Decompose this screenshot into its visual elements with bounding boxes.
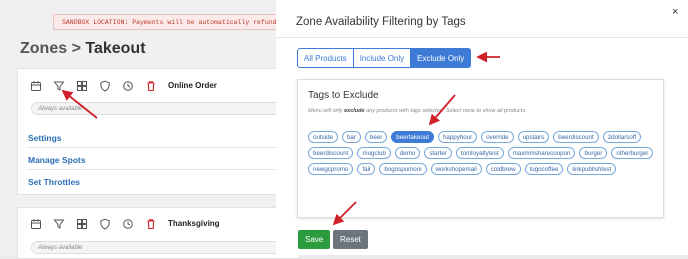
shield-icon[interactable] bbox=[99, 80, 111, 92]
tag-chip[interactable]: outside bbox=[308, 131, 338, 143]
zone-card-thanksgiving: Thanksgiving Always available bbox=[17, 207, 301, 259]
trash-icon[interactable] bbox=[145, 218, 157, 230]
zone-toolbar bbox=[30, 218, 157, 230]
tag-chip[interactable]: tomloyaltytest bbox=[455, 147, 504, 159]
zone-toolbar bbox=[30, 80, 157, 92]
filter-mode-include-only[interactable]: Include Only bbox=[353, 48, 412, 68]
grid-icon[interactable] bbox=[76, 218, 88, 230]
tag-chip[interactable]: workshopemail bbox=[430, 163, 482, 175]
filter-mode-toggle: All Products Include Only Exclude Only bbox=[297, 48, 472, 68]
tag-chip[interactable]: happyhour bbox=[437, 131, 478, 143]
divider bbox=[26, 147, 286, 148]
availability-badge: Always available bbox=[31, 241, 301, 254]
filter-icon[interactable] bbox=[53, 80, 65, 92]
tag-chip[interactable]: togocoffee bbox=[524, 163, 564, 175]
tag-chip[interactable]: newgcpromo bbox=[308, 163, 354, 175]
divider bbox=[26, 169, 286, 170]
tag-chip[interactable]: linkpublishtest bbox=[567, 163, 617, 175]
calendar-icon[interactable] bbox=[30, 80, 42, 92]
tag-chip[interactable]: 2dollarsoff bbox=[602, 131, 642, 143]
tag-chip[interactable]: coldbrew bbox=[485, 163, 521, 175]
tags-description: Menu will only exclude any products with… bbox=[308, 108, 527, 114]
tag-chip[interactable]: bar bbox=[341, 131, 361, 143]
divider bbox=[276, 37, 688, 38]
modal-title: Zone Availability Filtering by Tags bbox=[296, 16, 466, 28]
zone-title: Online Order bbox=[168, 81, 217, 90]
tag-chip[interactable]: otherburger bbox=[611, 147, 654, 159]
filter-mode-all-products[interactable]: All Products bbox=[297, 48, 354, 68]
tag-chip[interactable]: demo bbox=[394, 147, 421, 159]
sandbox-notice: SANDBOX LOCATION: Payments will be autom… bbox=[53, 14, 293, 30]
close-icon[interactable]: × bbox=[672, 6, 678, 18]
set-throttles-link[interactable]: Set Throttles bbox=[28, 177, 80, 187]
tag-chip[interactable]: beertakeout bbox=[391, 131, 434, 143]
tag-chip[interactable]: override bbox=[481, 131, 514, 143]
filter-icon[interactable] bbox=[53, 218, 65, 230]
zone-card-online-order: Online Order Always available Settings M… bbox=[17, 68, 301, 195]
grid-icon[interactable] bbox=[76, 80, 88, 92]
reset-button[interactable]: Reset bbox=[333, 230, 368, 249]
tag-chip[interactable]: bogospumoni bbox=[379, 163, 427, 175]
shield-icon[interactable] bbox=[99, 218, 111, 230]
tag-filter-modal: Zone Availability Filtering by Tags × Al… bbox=[276, 0, 688, 255]
tag-chip[interactable]: upstairs bbox=[517, 131, 550, 143]
breadcrumb: Zones > Takeout bbox=[20, 40, 146, 58]
settings-link[interactable]: Settings bbox=[28, 133, 62, 143]
tag-chip[interactable]: mugclub bbox=[357, 147, 391, 159]
manage-spots-link[interactable]: Manage Spots bbox=[28, 155, 86, 165]
tag-chip[interactable]: beerdiscount bbox=[553, 131, 599, 143]
tag-chip[interactable]: maxmmsharecoopon bbox=[507, 147, 576, 159]
tag-chip[interactable]: beer bbox=[364, 131, 388, 143]
tag-chip[interactable]: fail bbox=[357, 163, 376, 175]
tag-chip[interactable]: burger bbox=[579, 147, 608, 159]
tag-chip[interactable]: starter bbox=[424, 147, 452, 159]
tag-list: outside bar beer beertakeout happyhour overri… bbox=[308, 131, 658, 175]
availability-badge: Always available bbox=[31, 102, 301, 115]
history-icon[interactable] bbox=[122, 80, 134, 92]
breadcrumb-separator: > bbox=[71, 40, 81, 57]
filter-mode-exclude-only[interactable]: Exclude Only bbox=[411, 48, 472, 68]
calendar-icon[interactable] bbox=[30, 218, 42, 230]
save-button[interactable]: Save bbox=[298, 230, 331, 249]
tags-section-title: Tags to Exclude bbox=[308, 90, 379, 101]
breadcrumb-parent[interactable]: Zones bbox=[20, 40, 67, 57]
trash-icon[interactable] bbox=[145, 80, 157, 92]
tags-panel: Tags to Exclude Menu will only exclude a… bbox=[297, 79, 664, 218]
tag-chip[interactable]: beerdiscount bbox=[308, 147, 354, 159]
zone-title: Thanksgiving bbox=[168, 219, 220, 228]
history-icon[interactable] bbox=[122, 218, 134, 230]
breadcrumb-current: Takeout bbox=[85, 40, 146, 57]
